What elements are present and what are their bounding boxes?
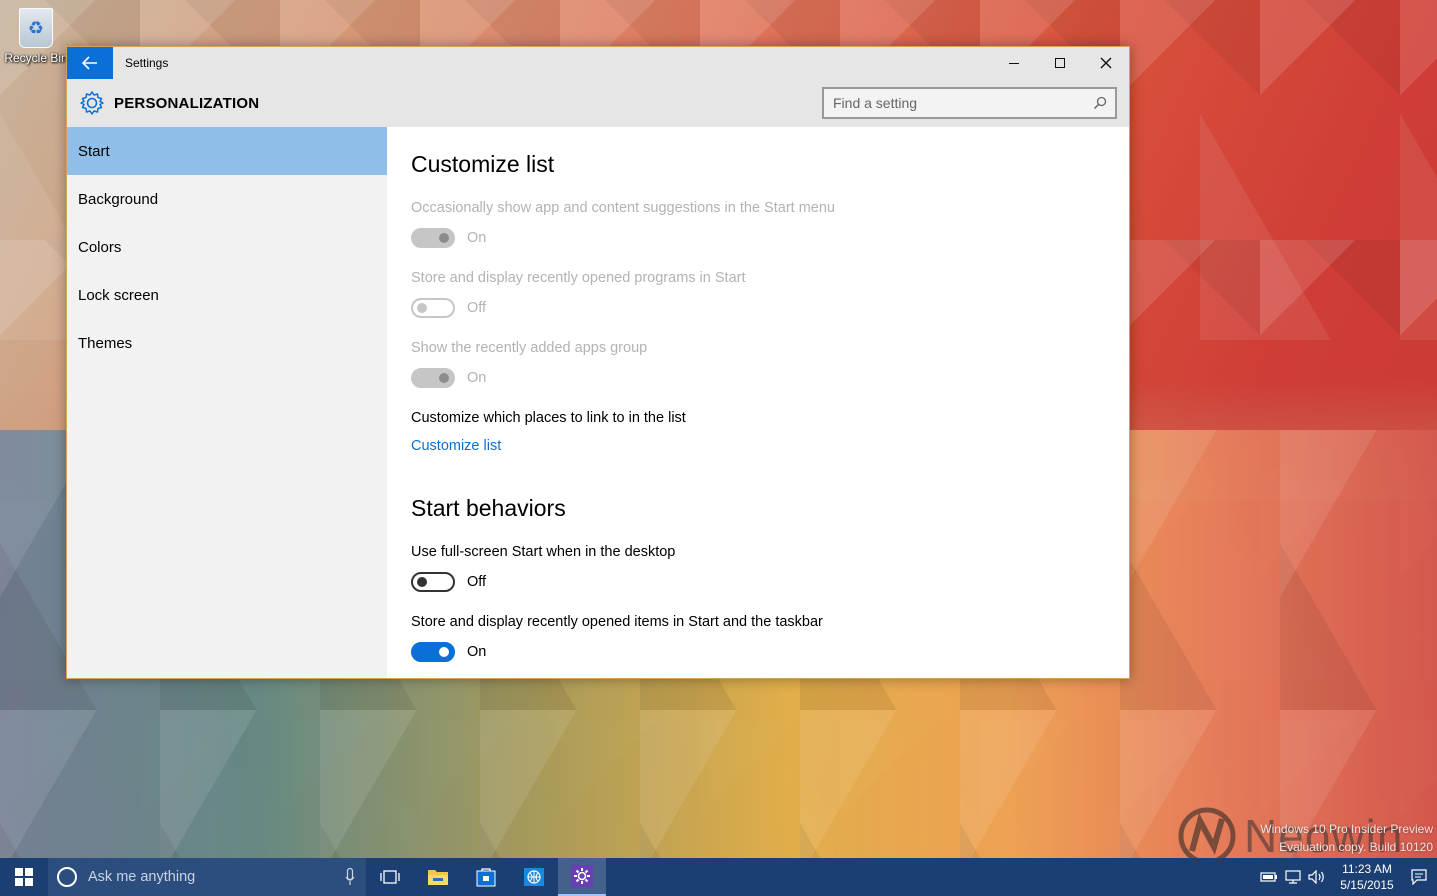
sidebar-item-themes[interactable]: Themes [67, 319, 387, 367]
title-bar[interactable]: Settings [67, 47, 1129, 79]
action-center-icon[interactable] [1405, 869, 1433, 885]
suggestions-state: On [467, 230, 487, 246]
suggestions-toggle [411, 228, 455, 248]
customize-list-heading: Customize list [411, 151, 555, 177]
toggle-knob [439, 647, 449, 657]
close-button[interactable] [1083, 47, 1129, 79]
sidebar-item-label: Lock screen [78, 286, 159, 304]
browser-button[interactable] [510, 858, 558, 896]
sidebar-item-colors[interactable]: Colors [67, 223, 387, 271]
gear-icon [80, 91, 104, 115]
watermark-line-1: Windows 10 Pro Insider Preview [1260, 822, 1433, 836]
recently-added-label: Show the recently added apps group [411, 340, 648, 356]
toggle-knob [439, 233, 449, 243]
store-button[interactable] [462, 858, 510, 896]
full-screen-toggle[interactable] [411, 572, 455, 592]
clock[interactable]: 11:23 AM 5/15/2015 [1329, 861, 1405, 893]
settings-gear-icon [571, 865, 593, 887]
file-explorer-button[interactable] [414, 858, 462, 896]
page-title: PERSONALIZATION [114, 95, 260, 112]
watermark-line-2: Evaluation copy. Build 10120 [1279, 840, 1433, 854]
maximize-button[interactable] [1037, 47, 1083, 79]
window-title: Settings [125, 56, 169, 70]
clock-date: 5/15/2015 [1340, 878, 1394, 892]
toggle-knob [417, 577, 427, 587]
recycle-bin-label: Recycle Bin [4, 51, 68, 65]
start-button[interactable] [0, 858, 48, 896]
settings-taskbar-button[interactable] [558, 858, 606, 896]
folder-icon [428, 870, 448, 885]
system-tray: 11:23 AM 5/15/2015 [1257, 858, 1437, 896]
recent-items-label: Store and display recently opened items … [411, 614, 823, 630]
volume-icon[interactable] [1305, 870, 1329, 884]
toggle-knob [439, 373, 449, 383]
cortana-placeholder: Ask me anything [88, 869, 196, 885]
sidebar-item-start[interactable]: Start [67, 127, 387, 175]
minimize-button[interactable] [991, 47, 1037, 79]
customize-list-link[interactable]: Customize list [411, 438, 501, 454]
network-icon[interactable] [1281, 869, 1305, 885]
store-icon [476, 868, 496, 887]
full-screen-state: Off [467, 574, 487, 590]
settings-content: Customize list Occasionally show app and… [387, 127, 1129, 678]
back-button[interactable] [67, 47, 113, 79]
windows-logo-icon [15, 868, 33, 886]
close-icon [1100, 57, 1112, 69]
places-label: Customize which places to link to in the… [411, 410, 686, 426]
sidebar-item-label: Background [78, 190, 159, 208]
sidebar-item-label: Colors [78, 238, 122, 256]
sidebar-item-background[interactable]: Background [67, 175, 387, 223]
settings-window: Settings PERSONALIZATION Find a setting … [66, 46, 1130, 679]
back-arrow-icon [82, 56, 97, 70]
minimize-icon [1009, 62, 1019, 64]
desktop-recycle-bin[interactable]: ♻ Recycle Bin [4, 8, 68, 65]
recycle-bin-icon: ♻ [19, 8, 53, 48]
globe-icon [524, 868, 544, 886]
search-input[interactable] [824, 95, 1089, 111]
recent-programs-state: Off [467, 300, 487, 316]
task-view-button[interactable] [366, 858, 414, 896]
recently-added-state: On [467, 370, 487, 386]
recent-programs-toggle [411, 298, 455, 318]
full-screen-label: Use full-screen Start when in the deskto… [411, 544, 676, 560]
toggle-knob [417, 303, 427, 313]
start-behaviors-heading: Start behaviors [411, 495, 566, 521]
sidebar: Start Background Colors Lock screen Them… [67, 127, 387, 678]
sidebar-item-label: Start [78, 142, 110, 160]
recently-added-toggle [411, 368, 455, 388]
build-watermark: Windows 10 Pro Insider Preview Evaluatio… [1260, 820, 1433, 856]
cortana-icon [57, 867, 77, 887]
clock-time: 11:23 AM [1342, 862, 1392, 876]
task-view-icon [380, 870, 400, 884]
microphone-icon[interactable] [344, 867, 356, 887]
recent-programs-label: Store and display recently opened progra… [411, 270, 746, 286]
search-icon[interactable] [1089, 92, 1111, 114]
settings-header: PERSONALIZATION [67, 79, 1129, 127]
neowin-logo-icon [1178, 807, 1236, 865]
sidebar-item-lock-screen[interactable]: Lock screen [67, 271, 387, 319]
recent-items-state: On [467, 644, 487, 660]
battery-icon[interactable] [1257, 871, 1281, 883]
maximize-icon [1055, 58, 1065, 68]
sidebar-item-label: Themes [78, 334, 133, 352]
cortana-search[interactable]: Ask me anything [48, 858, 366, 896]
suggestions-label: Occasionally show app and content sugges… [411, 200, 835, 216]
taskbar: Ask me anything 11:23 AM 5/15/2015 [0, 858, 1437, 896]
search-box[interactable] [822, 87, 1117, 119]
recent-items-toggle[interactable] [411, 642, 455, 662]
